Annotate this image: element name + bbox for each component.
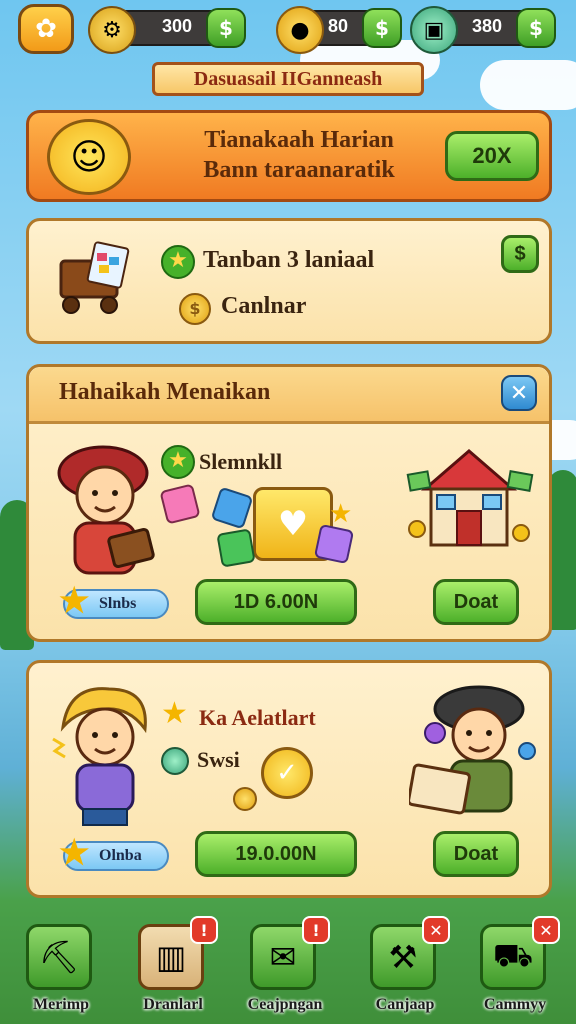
- cube-purple-icon: [313, 523, 355, 565]
- task-panel: ★ Tanban 3 laniaal $ Canlnar $: [26, 218, 552, 344]
- sparkle-star-icon: ★: [329, 499, 353, 529]
- top-bar: ✿ ⚙ 300 $ ● 80 $ ▣ 380 $: [0, 0, 576, 60]
- shop-house-icon: [406, 449, 534, 547]
- resource-value: 300: [161, 16, 192, 36]
- coin-icon: $: [179, 293, 211, 325]
- page-title: Dasuasail IIGanneash: [152, 62, 424, 96]
- girl-character-icon: [52, 687, 147, 826]
- notification-badge: !: [302, 916, 330, 944]
- gold-star-icon: ★: [161, 696, 188, 731]
- reward-price-button[interactable]: 1D 6.00N: [195, 579, 357, 625]
- task-cash-button[interactable]: $: [501, 235, 539, 273]
- resource-counter-coins: ● 80 $: [276, 6, 402, 54]
- reward-rarity-badge: ★ Slnbs: [59, 585, 169, 619]
- green-coin-icon: [161, 747, 189, 775]
- task-reward: Canlnar: [221, 293, 307, 319]
- bottom-nav: ⛏ Merimp ▥ ! Dranlarl ✉ ! Ceajpngan ⚒ ✕ …: [0, 916, 576, 1024]
- buy-gears-button[interactable]: $: [206, 8, 246, 48]
- nav-label: Ceajpngan: [247, 996, 323, 1013]
- daily-task-banner: ☺ Tianakaah Harian Bann taraanaratik 20X: [26, 110, 552, 202]
- reward-deal-button[interactable]: Doat: [433, 579, 519, 625]
- card-rarity-badge: ★ Olnba: [59, 837, 169, 871]
- nav-label: Canjaap: [375, 996, 435, 1013]
- card-price-button[interactable]: 19.0.00N: [195, 831, 357, 877]
- nav-item-ceajpngan[interactable]: ✉ ! Ceajpngan: [236, 916, 334, 1020]
- buy-gems-button[interactable]: $: [516, 8, 556, 48]
- notification-badge: !: [190, 916, 218, 944]
- sun-mascot-icon: ☺: [47, 119, 131, 195]
- task-description: Tanban 3 laniaal: [203, 247, 375, 273]
- banner-subtitle: Bann taraanaratik: [203, 157, 395, 183]
- resource-counter-gears: ⚙ 300 $: [88, 6, 246, 54]
- cube-blue-icon: [210, 486, 254, 530]
- badge-label: Olnba: [99, 847, 142, 864]
- banner-title: Tianakaah Harian: [204, 127, 394, 153]
- resource-value: 80: [327, 16, 348, 36]
- resource-value: 380: [471, 16, 502, 36]
- card-item-label: Ka Aelatlart: [199, 705, 316, 730]
- gold-coin-icon: ●: [276, 6, 324, 54]
- cart-icon: [59, 241, 130, 314]
- sun-medal-icon: ✓: [261, 747, 313, 799]
- reward-panel: Hahaikah Menaikan ✕ ★ Slemnkll ♥ ★ ★ Sln…: [26, 364, 552, 642]
- green-star-icon: ★: [161, 245, 195, 279]
- cube-pink-icon: [159, 483, 201, 525]
- card-deal-button[interactable]: Doat: [433, 831, 519, 877]
- explorer-character-icon: [409, 685, 536, 815]
- gem-box-icon: ▣: [410, 6, 458, 54]
- cube-green-icon: [216, 528, 256, 568]
- leaf-badge-icon[interactable]: ✿: [18, 4, 74, 54]
- gold-star-icon: ★: [59, 835, 90, 872]
- notification-badge: ✕: [422, 916, 450, 944]
- nav-label: Cammyy: [483, 996, 547, 1013]
- cloud: [480, 60, 576, 110]
- boy-character-icon: [57, 445, 155, 575]
- reward-panel-header: Hahaikah Menaikan: [29, 367, 549, 424]
- gold-star-icon: ★: [59, 583, 90, 620]
- banner-multiplier-button[interactable]: 20X: [445, 131, 539, 181]
- palm-tree: [548, 470, 576, 630]
- nav-label: Merimp: [33, 996, 89, 1013]
- reward-panel-title: Hahaikah Menaikan: [59, 379, 271, 405]
- reward-card: ★ Ka Aelatlart Swsi ✓ ★ Olnba 19.0.00N D…: [26, 660, 552, 898]
- badge-label: Slnbs: [99, 595, 137, 612]
- card-sub-label: Swsi: [197, 747, 240, 772]
- green-star-icon: ★: [161, 445, 195, 479]
- nav-item-merimp[interactable]: ⛏ Merimp: [12, 924, 110, 1020]
- nav-item-dranlarl[interactable]: ▥ ! Dranlarl: [124, 916, 222, 1020]
- reward-item-label: Slemnkll: [199, 449, 283, 474]
- resource-counter-gems: ▣ 380 $: [410, 6, 556, 54]
- pickaxe-icon: ⛏: [26, 924, 92, 990]
- gear-coin-icon: ⚙: [88, 6, 136, 54]
- nav-item-canjaap[interactable]: ⚒ ✕ Canjaap: [356, 916, 454, 1020]
- nav-item-cammyy[interactable]: ⛟ ✕ Cammyy: [466, 916, 564, 1020]
- notification-badge: ✕: [532, 916, 560, 944]
- close-button[interactable]: ✕: [501, 375, 537, 411]
- coin-icon: [233, 787, 257, 811]
- nav-label: Dranlarl: [143, 996, 203, 1013]
- buy-coins-button[interactable]: $: [362, 8, 402, 48]
